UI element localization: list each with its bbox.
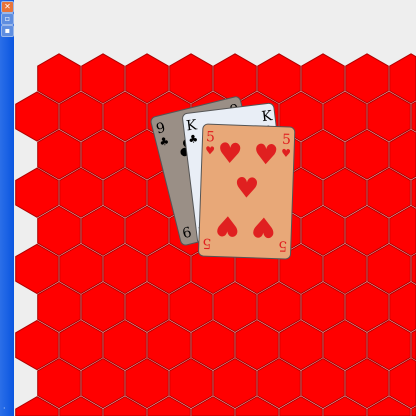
hex-tile[interactable] (411, 329, 416, 361)
suit-icon: ♥ (250, 210, 276, 244)
suit-icon: ♥ (214, 209, 240, 243)
card-rank: 5 (282, 132, 291, 148)
card-rank: 5 (202, 235, 211, 251)
suit-icon: ♥ (217, 137, 243, 171)
suit-icon: ♥ (205, 144, 215, 157)
suit-icon: ♥ (281, 147, 291, 160)
hex-tile[interactable] (411, 253, 416, 285)
card-rank: 5 (206, 129, 215, 145)
hex-tile[interactable] (411, 101, 416, 132)
card-rank: 5 (278, 237, 287, 253)
hex-tile[interactable] (411, 406, 416, 416)
hex-tile[interactable] (411, 177, 416, 209)
hex-board: 9♣9♣99♣K♣K♣KK♣5♥5♥55♥♥♥♥♥ (15, 53, 416, 416)
sidebar: ✕ ▫ ▪ · (0, 0, 14, 416)
window-icon[interactable]: ▫ (1, 13, 14, 25)
close-icon[interactable]: ✕ (1, 1, 14, 13)
suit-icon: ♣ (187, 132, 198, 146)
menu-icon[interactable]: ▪ (1, 25, 14, 37)
suit-icon: ♥ (253, 138, 279, 172)
resize-icon[interactable]: · (3, 404, 6, 414)
suit-icon: ♥ (234, 171, 260, 205)
card-5-of-hearts[interactable]: 5♥5♥5 5♥ ♥♥♥ ♥ (198, 123, 296, 260)
